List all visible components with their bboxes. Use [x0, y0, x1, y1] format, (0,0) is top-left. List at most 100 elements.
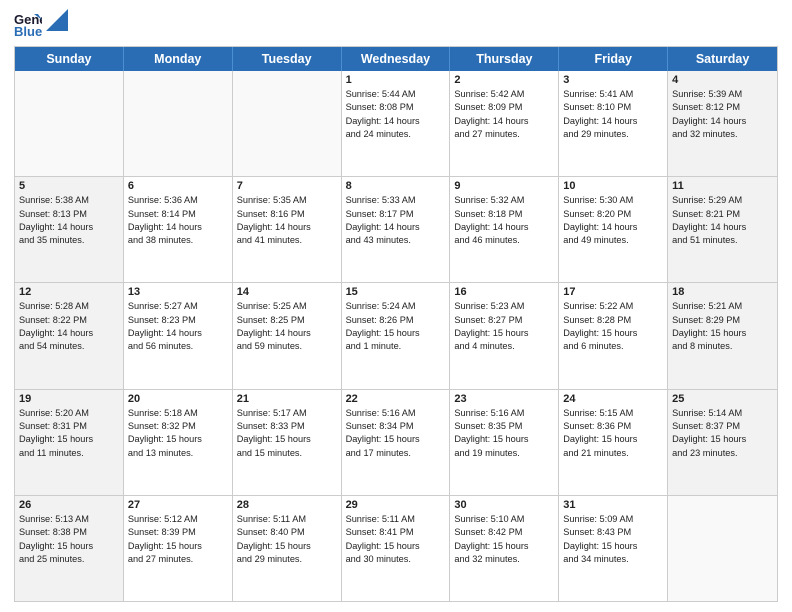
info-line: Daylight: 15 hours [563, 540, 663, 553]
info-line: Sunset: 8:10 PM [563, 101, 663, 114]
info-line: Daylight: 14 hours [128, 327, 228, 340]
calendar-cell-6: 6Sunrise: 5:36 AMSunset: 8:14 PMDaylight… [124, 177, 233, 282]
info-line: and 56 minutes. [128, 340, 228, 353]
day-info: Sunrise: 5:32 AMSunset: 8:18 PMDaylight:… [454, 194, 554, 247]
day-number: 22 [346, 393, 446, 405]
info-line: Daylight: 15 hours [563, 327, 663, 340]
calendar-cell-27: 27Sunrise: 5:12 AMSunset: 8:39 PMDayligh… [124, 496, 233, 601]
info-line: Sunrise: 5:12 AM [128, 513, 228, 526]
info-line: Sunset: 8:35 PM [454, 420, 554, 433]
calendar-cell-14: 14Sunrise: 5:25 AMSunset: 8:25 PMDayligh… [233, 283, 342, 388]
calendar-cell-5: 5Sunrise: 5:38 AMSunset: 8:13 PMDaylight… [15, 177, 124, 282]
day-info: Sunrise: 5:18 AMSunset: 8:32 PMDaylight:… [128, 407, 228, 460]
info-line: Sunrise: 5:16 AM [454, 407, 554, 420]
info-line: Sunrise: 5:44 AM [346, 88, 446, 101]
day-header-friday: Friday [559, 47, 668, 71]
info-line: Daylight: 14 hours [672, 115, 773, 128]
day-header-monday: Monday [124, 47, 233, 71]
info-line: and 4 minutes. [454, 340, 554, 353]
info-line: Daylight: 15 hours [346, 327, 446, 340]
info-line: Daylight: 14 hours [128, 221, 228, 234]
day-info: Sunrise: 5:29 AMSunset: 8:21 PMDaylight:… [672, 194, 773, 247]
day-info: Sunrise: 5:25 AMSunset: 8:25 PMDaylight:… [237, 300, 337, 353]
info-line: and 8 minutes. [672, 340, 773, 353]
info-line: Daylight: 14 hours [563, 115, 663, 128]
day-info: Sunrise: 5:33 AMSunset: 8:17 PMDaylight:… [346, 194, 446, 247]
calendar-cell-empty [668, 496, 777, 601]
day-info: Sunrise: 5:39 AMSunset: 8:12 PMDaylight:… [672, 88, 773, 141]
day-number: 8 [346, 180, 446, 192]
day-header-tuesday: Tuesday [233, 47, 342, 71]
info-line: Sunrise: 5:13 AM [19, 513, 119, 526]
info-line: and 6 minutes. [563, 340, 663, 353]
info-line: Sunset: 8:39 PM [128, 526, 228, 539]
info-line: and 38 minutes. [128, 234, 228, 247]
day-number: 9 [454, 180, 554, 192]
day-number: 29 [346, 499, 446, 511]
day-info: Sunrise: 5:36 AMSunset: 8:14 PMDaylight:… [128, 194, 228, 247]
calendar-cell-30: 30Sunrise: 5:10 AMSunset: 8:42 PMDayligh… [450, 496, 559, 601]
info-line: Sunrise: 5:11 AM [346, 513, 446, 526]
info-line: and 32 minutes. [454, 553, 554, 566]
info-line: Daylight: 15 hours [128, 540, 228, 553]
calendar-cell-3: 3 Sunrise: 5:41 AMSunset: 8:10 PMDaylight… [559, 71, 668, 176]
info-line: and 13 minutes. [128, 447, 228, 460]
calendar-cell-18: 18Sunrise: 5:21 AMSunset: 8:29 PMDayligh… [668, 283, 777, 388]
day-number: 31 [563, 499, 663, 511]
calendar-cell-10: 10Sunrise: 5:30 AMSunset: 8:20 PMDayligh… [559, 177, 668, 282]
info-line: and 29 minutes. [563, 128, 663, 141]
info-line: Sunset: 8:40 PM [237, 526, 337, 539]
day-info: Sunrise: 5:16 AMSunset: 8:34 PMDaylight:… [346, 407, 446, 460]
calendar-cell-25: 25Sunrise: 5:14 AMSunset: 8:37 PMDayligh… [668, 390, 777, 495]
info-line: and 59 minutes. [237, 340, 337, 353]
info-line: Sunset: 8:17 PM [346, 208, 446, 221]
info-line: Daylight: 15 hours [454, 540, 554, 553]
info-line: Daylight: 14 hours [237, 221, 337, 234]
info-line: Daylight: 15 hours [563, 433, 663, 446]
calendar-row-5: 26Sunrise: 5:13 AMSunset: 8:38 PMDayligh… [15, 496, 777, 601]
info-line: Sunset: 8:32 PM [128, 420, 228, 433]
info-line: Daylight: 15 hours [237, 433, 337, 446]
day-info: Sunrise: 5:17 AMSunset: 8:33 PMDaylight:… [237, 407, 337, 460]
day-number: 5 [19, 180, 119, 192]
info-line: and 21 minutes. [563, 447, 663, 460]
day-number: 3 [563, 74, 663, 86]
day-number: 4 [672, 74, 773, 86]
calendar-row-3: 12Sunrise: 5:28 AMSunset: 8:22 PMDayligh… [15, 283, 777, 389]
info-line: Sunrise: 5:36 AM [128, 194, 228, 207]
info-line: Sunset: 8:41 PM [346, 526, 446, 539]
calendar-cell-1: 1Sunrise: 5:44 AMSunset: 8:08 PMDaylight… [342, 71, 451, 176]
info-line: Sunset: 8:23 PM [128, 314, 228, 327]
day-header-saturday: Saturday [668, 47, 777, 71]
info-line: and 11 minutes. [19, 447, 119, 460]
info-line: Sunrise: 5:41 AM [563, 88, 663, 101]
day-info: Sunrise: 5:44 AMSunset: 8:08 PMDaylight:… [346, 88, 446, 141]
info-line: Sunset: 8:29 PM [672, 314, 773, 327]
day-number: 13 [128, 286, 228, 298]
info-line: and 27 minutes. [454, 128, 554, 141]
info-line: Daylight: 14 hours [237, 327, 337, 340]
calendar-cell-23: 23Sunrise: 5:16 AMSunset: 8:35 PMDayligh… [450, 390, 559, 495]
info-line: Sunrise: 5:35 AM [237, 194, 337, 207]
info-line: and 27 minutes. [128, 553, 228, 566]
day-number: 18 [672, 286, 773, 298]
info-line: Sunrise: 5:25 AM [237, 300, 337, 313]
page: General Blue SundayMondayTuesdayWednesda… [0, 0, 792, 612]
info-line: Sunrise: 5:30 AM [563, 194, 663, 207]
day-number: 20 [128, 393, 228, 405]
calendar-cell-2: 2Sunrise: 5:42 AMSunset: 8:09 PMDaylight… [450, 71, 559, 176]
info-line: Sunrise: 5:20 AM [19, 407, 119, 420]
day-number: 7 [237, 180, 337, 192]
day-number: 23 [454, 393, 554, 405]
info-line: Sunrise: 5:23 AM [454, 300, 554, 313]
info-line: and 29 minutes. [237, 553, 337, 566]
calendar-cell-20: 20 Sunrise: 5:18 AMSunset: 8:32 PMDayligh… [124, 390, 233, 495]
info-line: Daylight: 15 hours [19, 433, 119, 446]
info-line: Sunset: 8:08 PM [346, 101, 446, 114]
day-number: 19 [19, 393, 119, 405]
info-line: Sunset: 8:09 PM [454, 101, 554, 114]
info-line: Sunset: 8:38 PM [19, 526, 119, 539]
info-line: Sunset: 8:12 PM [672, 101, 773, 114]
day-header-sunday: Sunday [15, 47, 124, 71]
info-line: Daylight: 14 hours [346, 221, 446, 234]
